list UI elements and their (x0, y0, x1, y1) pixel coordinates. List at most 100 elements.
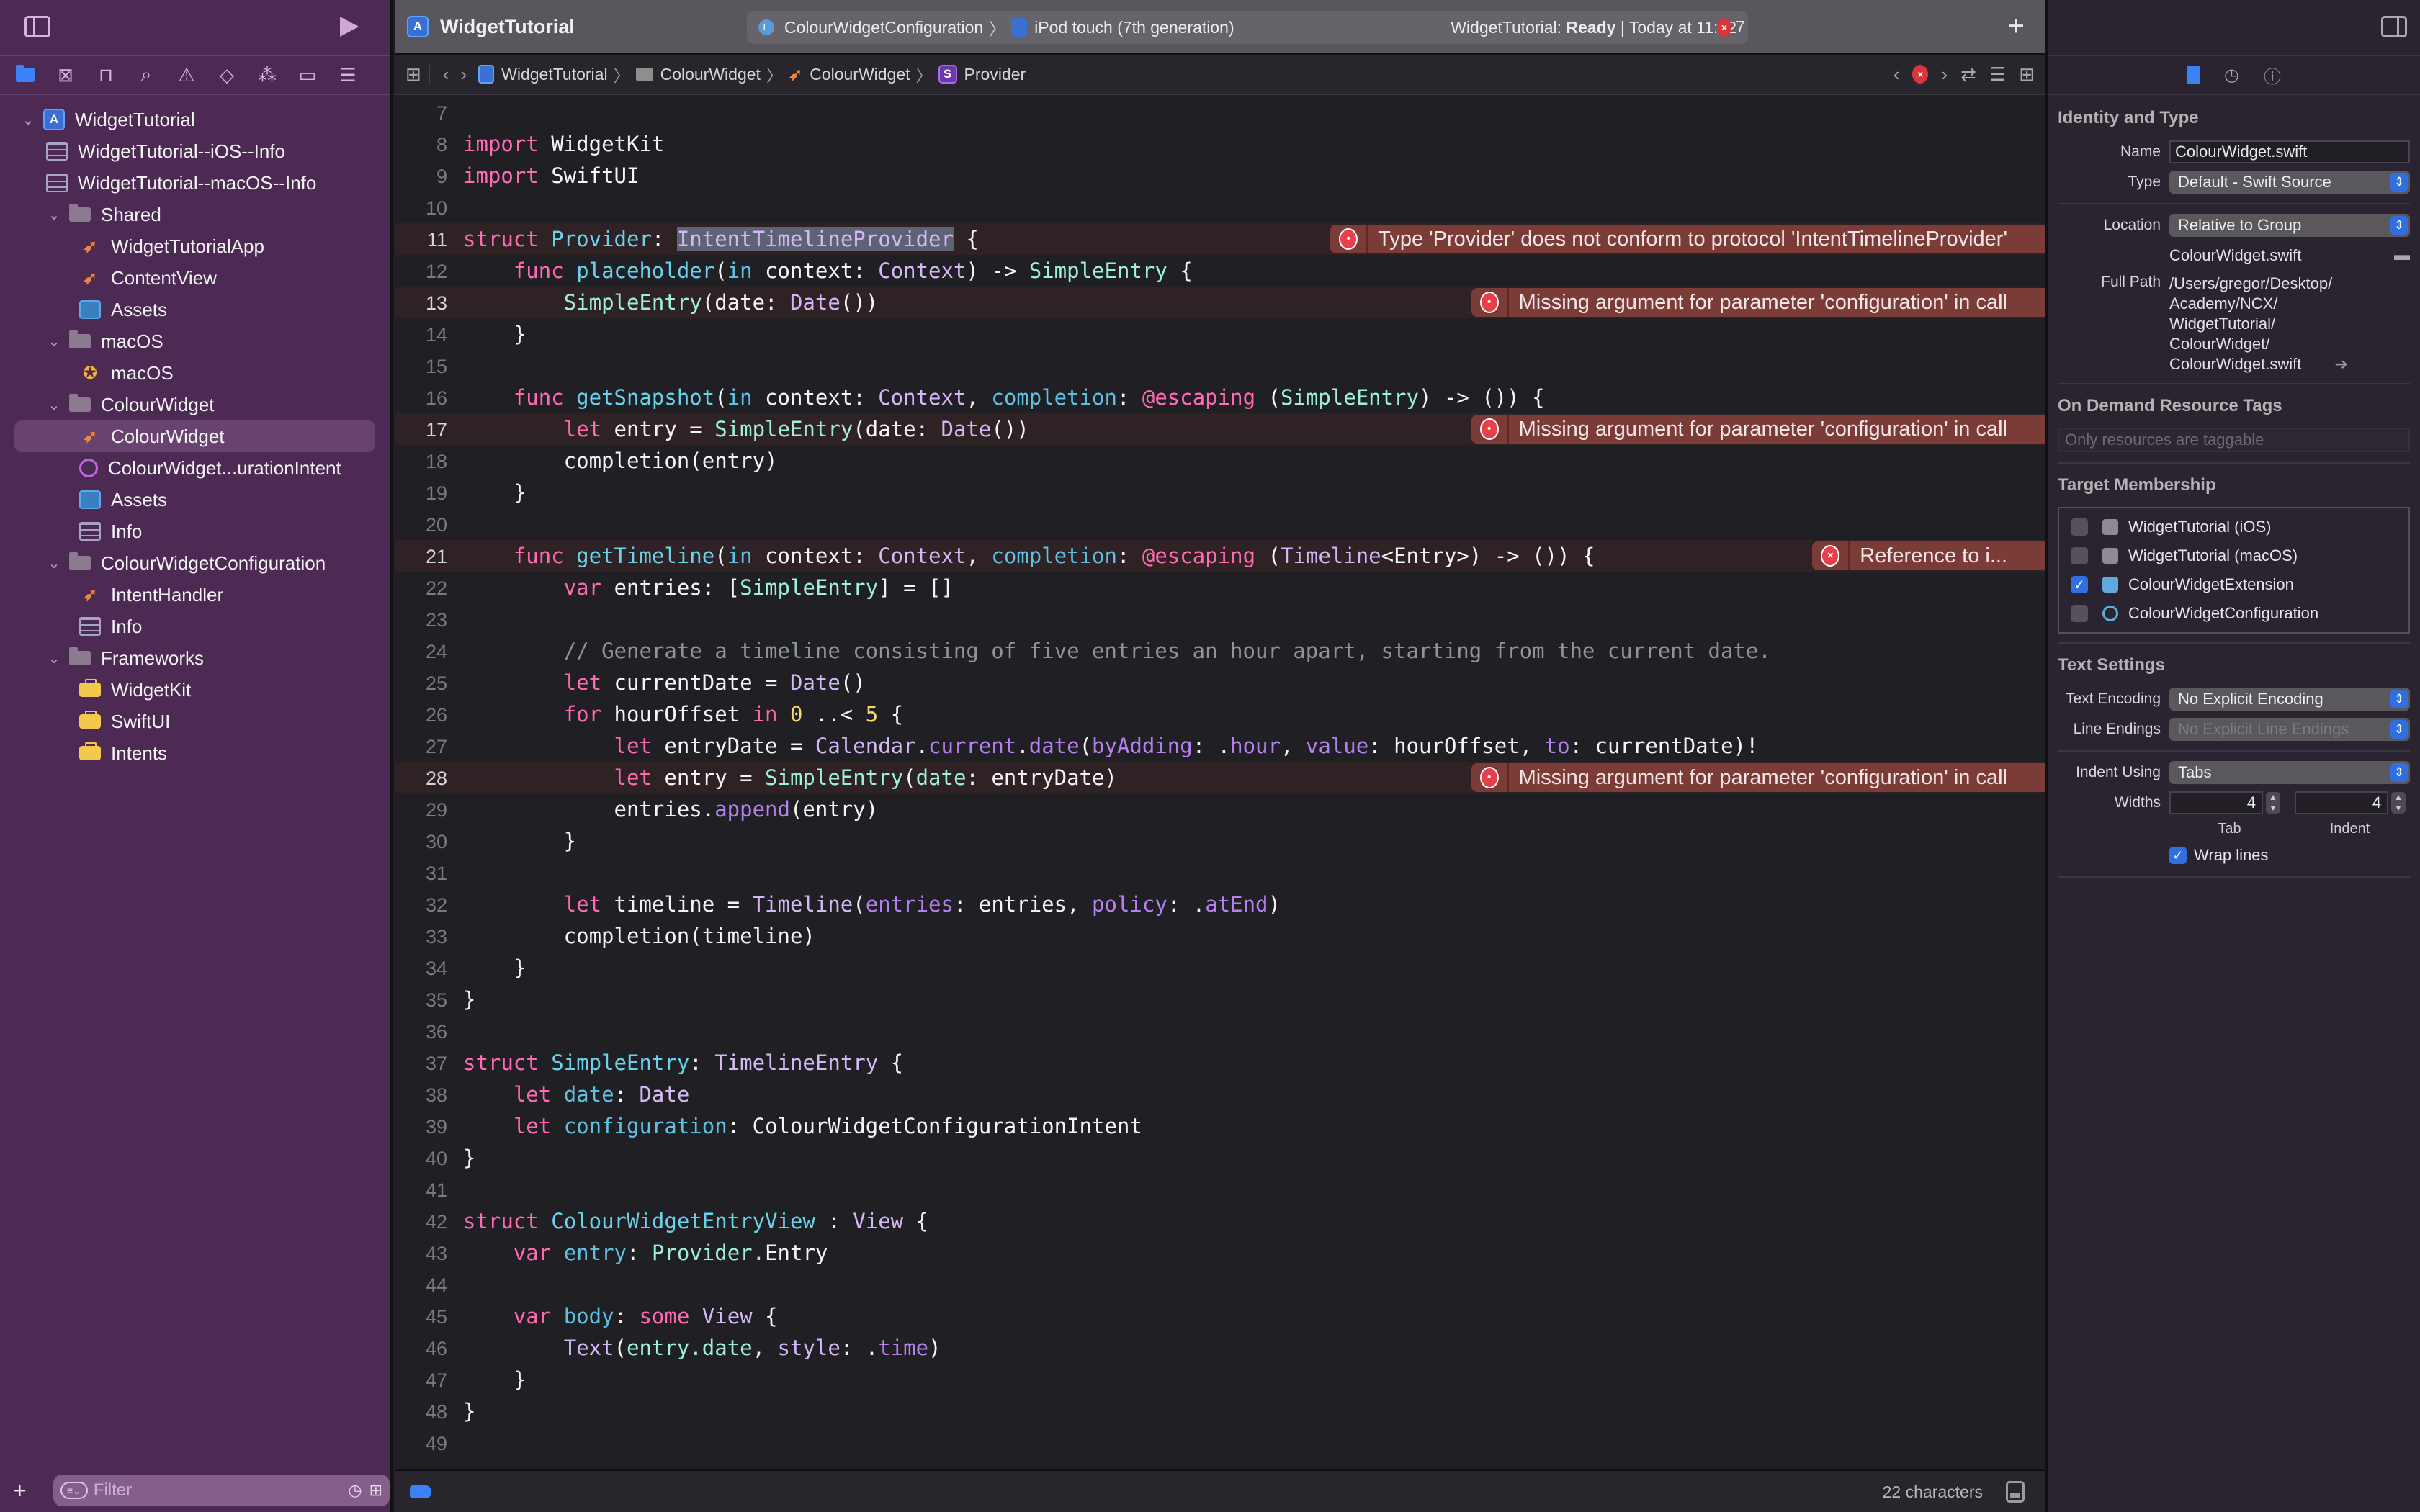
line-number[interactable]: 11 (395, 224, 463, 256)
line-number[interactable]: 49 (395, 1428, 463, 1459)
line-number[interactable]: 31 (395, 858, 463, 889)
code-line[interactable]: 26 for hourOffset in 0 ..< 5 { (395, 698, 2045, 730)
line-number[interactable]: 28 (395, 762, 463, 794)
choose-folder-icon[interactable]: ▬ (2394, 246, 2410, 266)
report-navigator-icon[interactable]: ☰ (333, 60, 363, 89)
code-line[interactable]: 23 (395, 603, 2045, 635)
tree-item[interactable]: WidgetTutorial--iOS--Info (0, 135, 390, 167)
issue-navigator-icon[interactable]: ⚠ (171, 60, 202, 89)
code-line[interactable]: 22 var entries: [SimpleEntry] = [] (395, 572, 2045, 603)
tree-item[interactable]: ⌄ A WidgetTutorial (0, 104, 390, 135)
line-number[interactable]: 45 (395, 1301, 463, 1333)
code-text[interactable]: SimpleEntry(date: Date()) (463, 290, 879, 315)
line-number[interactable]: 18 (395, 446, 463, 477)
line-number[interactable]: 17 (395, 414, 463, 446)
code-text[interactable]: for hourOffset in 0 ..< 5 { (463, 702, 903, 726)
tree-item[interactable]: SwiftUI (0, 706, 390, 737)
breadcrumb-group[interactable]: ColourWidget 〉 (630, 62, 783, 86)
code-text[interactable]: } (463, 1146, 475, 1170)
tree-item[interactable]: ✪ macOS (0, 357, 390, 389)
code-line[interactable]: 49 (395, 1427, 2045, 1459)
related-items-icon[interactable]: ⊞ (405, 63, 421, 86)
line-number[interactable]: 13 (395, 287, 463, 319)
code-line[interactable]: 43 var entry: Provider.Entry (395, 1237, 2045, 1269)
error-annotation[interactable]: × Reference to i... (1812, 541, 2045, 570)
tree-item[interactable]: WidgetTutorial--macOS--Info (0, 167, 390, 199)
line-number[interactable]: 40 (395, 1143, 463, 1174)
code-line[interactable]: 19 } (395, 477, 2045, 508)
error-annotation[interactable]: • Missing argument for parameter 'configu… (1471, 763, 2045, 792)
code-line[interactable]: 36 (395, 1015, 2045, 1047)
code-text[interactable]: } (463, 1399, 475, 1423)
reveal-in-finder-icon[interactable]: ➔ (2335, 355, 2348, 373)
line-endings-popup[interactable]: No Explicit Line Endings (2169, 718, 2410, 741)
filter-options-icon[interactable]: ≡⌄ (60, 1482, 88, 1499)
tree-item[interactable]: Info (0, 516, 390, 547)
target-checkbox[interactable] (2071, 547, 2088, 564)
tree-item[interactable]: ⌄ ColourWidgetConfiguration (0, 547, 390, 579)
code-text[interactable]: } (463, 987, 475, 1012)
code-line[interactable]: 21 func getTimeline(in context: Context,… (395, 540, 2045, 572)
scheme-selector[interactable]: ColourWidgetConfiguration (784, 18, 983, 37)
line-number[interactable]: 47 (395, 1364, 463, 1396)
tree-item[interactable]: ⌄ ColourWidget (0, 389, 390, 420)
line-number[interactable]: 22 (395, 572, 463, 604)
source-control-filter-icon[interactable]: ⊞ (369, 1481, 382, 1500)
tree-item[interactable]: ⌄ Frameworks (0, 642, 390, 674)
filter-field[interactable]: ≡⌄ Filter ◷ ⊞ (53, 1475, 390, 1506)
sidebar-toggle-icon[interactable] (24, 16, 50, 37)
indent-width-field[interactable]: 4 (2295, 791, 2388, 814)
source-control-icon[interactable]: ⊠ (50, 60, 81, 89)
tree-item[interactable]: Assets (0, 484, 390, 516)
location-popup[interactable]: Relative to Group (2169, 214, 2410, 237)
inspector-toggle-icon[interactable] (2381, 16, 2407, 37)
code-text[interactable]: let currentDate = Date() (463, 670, 866, 695)
code-line[interactable]: 13 SimpleEntry(date: Date()) • Missing arg… (395, 287, 2045, 318)
disclosure-chevron-icon[interactable]: ⌄ (20, 111, 36, 129)
breakpoints-toggle-icon[interactable] (410, 1485, 431, 1498)
code-line[interactable]: 27 let entryDate = Calendar.current.date… (395, 730, 2045, 762)
code-text[interactable]: entries.append(entry) (463, 797, 879, 822)
indent-using-popup[interactable]: Tabs (2169, 761, 2410, 784)
line-number[interactable]: 42 (395, 1206, 463, 1238)
debug-navigator-icon[interactable]: ⁂ (252, 60, 282, 89)
code-line[interactable]: 11 struct Provider: IntentTimelineProvide… (395, 223, 2045, 255)
code-line[interactable]: 34 } (395, 952, 2045, 984)
previous-issue-button[interactable]: ‹ (1894, 63, 1900, 86)
line-number[interactable]: 10 (395, 192, 463, 224)
indent-width-stepper[interactable]: 4 ▲ ▼ (2295, 791, 2406, 814)
debug-area-toggle-icon[interactable] (2006, 1481, 2025, 1503)
line-number[interactable]: 27 (395, 731, 463, 762)
line-number[interactable]: 32 (395, 889, 463, 921)
code-text[interactable]: } (463, 480, 526, 505)
file-inspector-icon[interactable] (2187, 66, 2200, 84)
code-text[interactable]: struct ColourWidgetEntryView : View { (463, 1209, 928, 1233)
code-line[interactable]: 42 struct ColourWidgetEntryView : View { (395, 1205, 2045, 1237)
line-number[interactable]: 34 (395, 953, 463, 984)
code-line[interactable]: 9 import SwiftUI (395, 160, 2045, 192)
tree-item[interactable]: Intents (0, 737, 390, 769)
code-line[interactable]: 14 } (395, 318, 2045, 350)
symbol-navigator-icon[interactable]: ⊓ (91, 60, 121, 89)
line-number[interactable]: 14 (395, 319, 463, 351)
line-number[interactable]: 33 (395, 921, 463, 953)
code-line[interactable]: 15 (395, 350, 2045, 382)
stepper-arrows-icon[interactable]: ▲ ▼ (2391, 792, 2406, 814)
tree-item[interactable]: ➶ IntentHandler (0, 579, 390, 611)
wrap-lines-checkbox[interactable]: ✓ (2169, 847, 2187, 864)
forward-button[interactable]: › (460, 63, 467, 86)
tree-item[interactable]: ⌄ Shared (0, 199, 390, 230)
code-line[interactable]: 31 (395, 857, 2045, 888)
code-line[interactable]: 41 (395, 1174, 2045, 1205)
code-line[interactable]: 10 (395, 192, 2045, 223)
line-number[interactable]: 12 (395, 256, 463, 287)
destination-selector[interactable]: iPod touch (7th generation) (1034, 18, 1234, 37)
stepper-arrows-icon[interactable]: ▲ ▼ (2266, 792, 2280, 814)
test-navigator-icon[interactable]: ◇ (212, 60, 242, 89)
tree-item[interactable]: ➶ ContentView (0, 262, 390, 294)
tree-item[interactable]: ⌄ macOS (0, 325, 390, 357)
code-text[interactable]: let entry = SimpleEntry(date: entryDate) (463, 765, 1117, 790)
code-line[interactable]: 12 func placeholder(in context: Context)… (395, 255, 2045, 287)
tree-item[interactable]: Info (0, 611, 390, 642)
quick-help-icon[interactable]: ⓘ (2264, 63, 2281, 88)
